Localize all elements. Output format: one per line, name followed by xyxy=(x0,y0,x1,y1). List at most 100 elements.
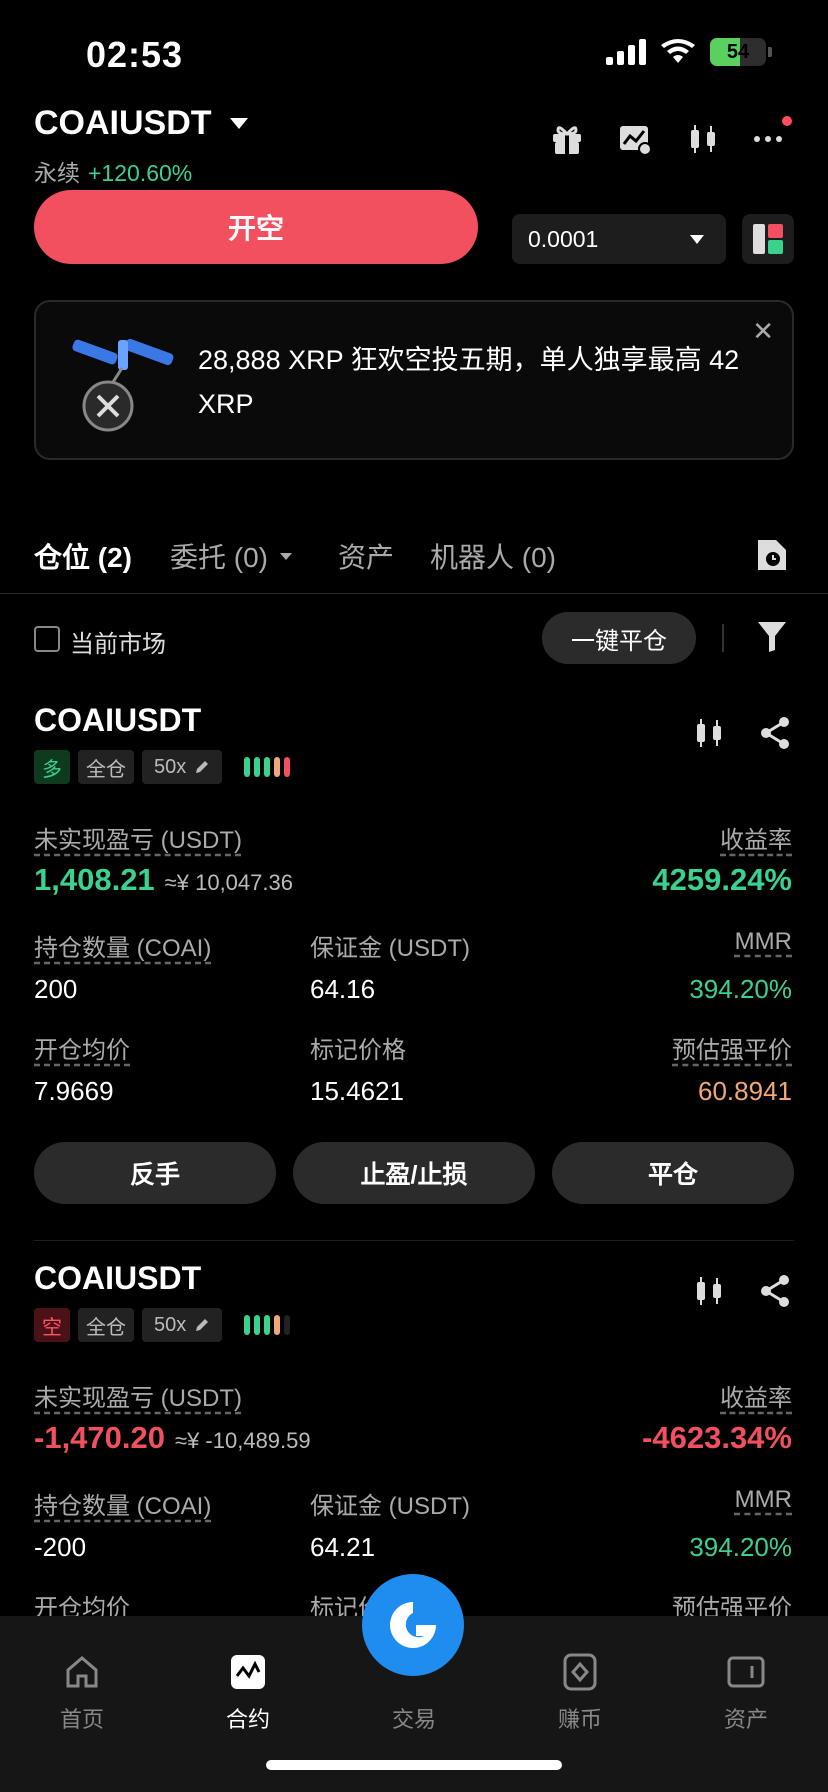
roe-value: 4259.24% xyxy=(652,862,792,897)
leverage-value: 50x xyxy=(154,755,187,778)
tab-bots[interactable]: 机器人 (0) xyxy=(430,536,556,576)
layout-toggle-button[interactable] xyxy=(742,214,794,264)
risk-bar xyxy=(254,757,261,777)
unrealized-pnl-value: -1,470.20 ≈¥ -10,489.59 xyxy=(34,1420,311,1456)
close-position-button[interactable]: 平仓 xyxy=(552,1142,794,1204)
tab-positions[interactable]: 仓位 (2) xyxy=(34,536,132,576)
share-icon[interactable] xyxy=(758,1274,792,1308)
risk-bar xyxy=(274,1315,281,1335)
margin-mode-badge: 全仓 xyxy=(78,1308,134,1342)
home-indicator xyxy=(266,1760,562,1770)
gift-icon[interactable] xyxy=(550,122,584,156)
leverage-badge[interactable]: 50x xyxy=(142,750,223,784)
wifi-icon xyxy=(661,39,695,63)
pair-selector[interactable]: COAIUSDT xyxy=(34,104,248,143)
chevron-down-icon xyxy=(229,118,248,129)
nav-label: 赚币 xyxy=(557,1707,602,1732)
more-dot xyxy=(776,136,782,142)
margin-mode-badge: 全仓 xyxy=(78,750,134,784)
reverse-button[interactable]: 反手 xyxy=(34,1142,276,1204)
more-menu[interactable] xyxy=(754,116,792,156)
liq-price-value: 60.8941 xyxy=(698,1076,792,1106)
pair-name: COAIUSDT xyxy=(34,104,212,142)
entry-price-value: 7.9669 xyxy=(34,1076,114,1106)
nav-assets[interactable]: 资产 xyxy=(696,1652,796,1734)
pnl-amount: -1,470.20 xyxy=(34,1420,165,1455)
unrealized-pnl-label: 未实现盈亏 (USDT) xyxy=(34,827,242,854)
risk-bar xyxy=(264,757,271,777)
edit-icon xyxy=(196,761,209,773)
history-document-icon[interactable] xyxy=(756,538,788,572)
risk-bar xyxy=(264,1315,271,1335)
futures-icon xyxy=(231,1655,265,1689)
unrealized-pnl-value: 1,408.21 ≈¥ 10,047.36 xyxy=(34,862,293,898)
nav-label: 首页 xyxy=(59,1707,104,1732)
contract-type: 永续 xyxy=(34,160,80,186)
signal-icon xyxy=(606,39,646,65)
position-card: COAIUSDT 多 全仓 50x 未实现盈亏 (USDT) 收益率 1,408… xyxy=(0,702,828,1242)
position-actions xyxy=(692,1274,792,1308)
qty-value: -200 xyxy=(34,1532,87,1562)
tp-sl-button[interactable]: 止盈/止损 xyxy=(293,1142,535,1204)
risk-bar xyxy=(244,757,251,777)
nav-home[interactable]: 首页 xyxy=(32,1652,132,1734)
status-bar: 02:53 54 xyxy=(0,0,828,100)
tab-orders[interactable]: 委托 (0) xyxy=(170,536,293,576)
home-icon xyxy=(66,1656,98,1688)
side-badge: 多 xyxy=(34,750,70,784)
unrealized-pnl-label: 未实现盈亏 (USDT) xyxy=(34,1385,242,1412)
margin-value: 64.16 xyxy=(310,974,376,1004)
divider xyxy=(722,624,724,652)
qty-label: 持仓数量 (COAI) xyxy=(34,935,212,962)
risk-bar xyxy=(284,757,291,777)
position-tags: 多 全仓 50x xyxy=(34,750,291,784)
pnl-amount: 1,408.21 xyxy=(34,862,155,897)
chevron-down-icon xyxy=(280,552,293,560)
mmr-label: MMR xyxy=(734,1486,792,1513)
layout-icon xyxy=(753,224,783,254)
battery-indicator: 54 xyxy=(710,38,766,66)
close-icon[interactable]: ✕ xyxy=(752,316,774,347)
filter-row: 当前市场 一键平仓 xyxy=(0,600,828,680)
risk-level-bars xyxy=(244,757,291,777)
leverage-value: 50x xyxy=(154,1313,187,1336)
pair-subtitle: 永续 +120.60% xyxy=(34,154,192,188)
margin-label: 保证金 (USDT) xyxy=(310,935,470,962)
qty-value: 200 xyxy=(34,974,78,1004)
tab-assets[interactable]: 资产 xyxy=(338,536,394,576)
entry-price-label: 开仓均价 xyxy=(34,1037,130,1064)
side-badge: 空 xyxy=(34,1308,70,1342)
close-all-button[interactable]: 一键平仓 xyxy=(542,612,696,664)
nav-earn[interactable]: 赚币 xyxy=(530,1652,630,1734)
risk-bar xyxy=(274,757,281,777)
leverage-badge[interactable]: 50x xyxy=(142,1308,223,1342)
candlestick-icon[interactable] xyxy=(692,1274,726,1308)
share-icon[interactable] xyxy=(758,716,792,750)
wallet-icon xyxy=(727,1656,765,1688)
filter-icon[interactable] xyxy=(756,618,788,654)
nav-futures[interactable]: 合约 xyxy=(198,1652,298,1734)
roe-value: -4623.34% xyxy=(642,1420,792,1455)
quantity-select[interactable]: 0.0001 xyxy=(512,214,726,264)
clock: 02:53 xyxy=(86,34,184,75)
banner-text: 28,888 XRP 狂欢空投五期，单人独享最高 42 XRP xyxy=(198,345,740,419)
risk-bar xyxy=(284,1315,291,1335)
chevron-down-icon xyxy=(690,234,704,244)
candlestick-icon[interactable] xyxy=(692,716,726,750)
margin-label: 保证金 (USDT) xyxy=(310,1493,470,1520)
mmr-value: 394.20% xyxy=(689,974,792,1004)
current-market-checkbox[interactable] xyxy=(34,626,60,652)
nav-label: 资产 xyxy=(723,1707,768,1732)
header-actions xyxy=(550,116,792,156)
candlestick-icon[interactable] xyxy=(686,122,720,156)
promo-banner[interactable]: 28,888 XRP 狂欢空投五期，单人独享最高 42 XRP ✕ xyxy=(34,300,794,460)
status-icons: 54 xyxy=(606,38,772,66)
open-short-button[interactable]: 开空 xyxy=(34,190,478,264)
trade-icon xyxy=(390,1602,436,1648)
pnl-cny: ≈¥ -10,489.59 xyxy=(175,1428,311,1453)
edit-icon xyxy=(196,1319,209,1331)
battery-percent: 54 xyxy=(726,40,750,63)
chart-settings-icon[interactable] xyxy=(618,122,652,156)
trade-fab-button[interactable] xyxy=(362,1574,464,1676)
mark-price-label: 标记价格 xyxy=(310,1037,406,1064)
